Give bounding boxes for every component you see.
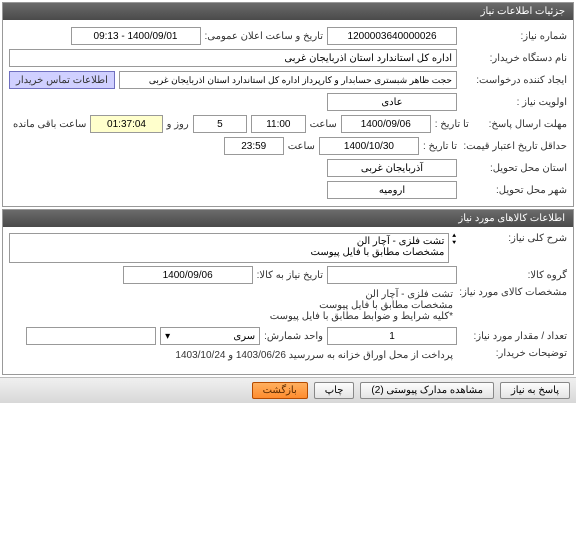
unit-select[interactable]: سری ▾ bbox=[160, 327, 260, 345]
respond-button[interactable]: پاسخ به نیاز bbox=[500, 382, 570, 399]
items-body: شرح کلی نیاز: ⯅ ⯆ تشت فلزی - آچار الن مش… bbox=[3, 227, 573, 374]
province-label: استان محل تحویل: bbox=[457, 163, 567, 174]
item-spec-label: مشخصات کالای مورد نیاز: bbox=[457, 287, 567, 298]
time-label-2: ساعت bbox=[284, 141, 315, 152]
general-desc-label: شرح کلی نیاز: bbox=[457, 233, 567, 244]
items-panel: اطلاعات کالاهای مورد نیاز شرح کلی نیاز: … bbox=[2, 209, 574, 375]
action-bar: پاسخ به نیاز مشاهده مدارک پیوستی (2) چاپ… bbox=[0, 377, 576, 403]
buyer-notes-text: پرداخت از محل اوراق خزانه به سررسید 1403… bbox=[9, 348, 457, 363]
city-field: ارومیه bbox=[327, 181, 457, 199]
group-field bbox=[327, 266, 457, 284]
answer-deadline-label: مهلت ارسال پاسخ: bbox=[469, 119, 567, 130]
need-no-field: 1200003640000026 bbox=[327, 27, 457, 45]
need-no-label: شماره نیاز: bbox=[457, 31, 567, 42]
creator-field: حجت ظاهر شبستری حسابدار و کارپرداز اداره… bbox=[119, 71, 457, 89]
unit-extra-field bbox=[26, 327, 156, 345]
buyer-contact-button[interactable]: اطلاعات تماس خریدار bbox=[9, 71, 115, 89]
priority-label: اولویت نیاز : bbox=[457, 97, 567, 108]
buyer-org-field: اداره کل استاندارد استان اذربایجان غربی bbox=[9, 49, 457, 67]
attachments-button[interactable]: مشاهده مدارک پیوستی (2) bbox=[360, 382, 494, 399]
days-label: روز و bbox=[163, 119, 189, 130]
need-details-header: جزئیات اطلاعات نیاز bbox=[3, 3, 573, 20]
need-details-body: شماره نیاز: 1200003640000026 تاریخ و ساع… bbox=[3, 20, 573, 206]
to-date-label-2: تا تاریخ : bbox=[419, 141, 457, 152]
time-label-1: ساعت bbox=[306, 119, 337, 130]
qty-field: 1 bbox=[327, 327, 457, 345]
items-header: اطلاعات کالاهای مورد نیاز bbox=[3, 210, 573, 227]
back-button[interactable]: بازگشت bbox=[252, 382, 308, 399]
group-label: گروه کالا: bbox=[457, 270, 567, 281]
answer-date-field: 1400/09/06 bbox=[341, 115, 431, 133]
countdown-field: 01:37:04 bbox=[90, 115, 162, 133]
priority-field: عادی bbox=[327, 93, 457, 111]
validity-label: حداقل تاریخ اعتبار قیمت: bbox=[457, 141, 567, 152]
item-spec-text: تشت فلزی - آچار الن مشخصات مطابق با فایل… bbox=[9, 287, 457, 324]
answer-time-field: 11:00 bbox=[251, 115, 305, 133]
buyer-notes-label: توضیحات خریدار: bbox=[457, 348, 567, 359]
need-details-panel: جزئیات اطلاعات نیاز شماره نیاز: 12000036… bbox=[2, 2, 574, 207]
chevron-down-icon: ▾ bbox=[165, 331, 170, 342]
city-label: شهر محل تحویل: bbox=[457, 185, 567, 196]
remain-label: ساعت باقی مانده bbox=[9, 119, 86, 130]
province-field: آذربایجان غربی bbox=[327, 159, 457, 177]
need-to-date-label: تاریخ نیاز به کالا: bbox=[253, 270, 323, 281]
validity-date-field: 1400/10/30 bbox=[319, 137, 419, 155]
creator-label: ایجاد کننده درخواست: bbox=[457, 75, 567, 86]
scroll-arrows-icon[interactable]: ⯅ ⯆ bbox=[449, 233, 457, 247]
validity-time-field: 23:59 bbox=[224, 137, 284, 155]
unit-label: واحد شمارش: bbox=[260, 331, 323, 342]
print-button[interactable]: چاپ bbox=[314, 382, 355, 399]
qty-label: تعداد / مقدار مورد نیاز: bbox=[457, 331, 567, 342]
days-remain-field: 5 bbox=[193, 115, 247, 133]
to-date-label-1: تا تاریخ : bbox=[431, 119, 469, 130]
unit-value: سری bbox=[233, 331, 255, 342]
need-to-date-field: 1400/09/06 bbox=[123, 266, 253, 284]
announce-label: تاریخ و ساعت اعلان عمومی: bbox=[201, 31, 324, 42]
announce-field: 1400/09/01 - 09:13 bbox=[71, 27, 201, 45]
buyer-org-label: نام دستگاه خریدار: bbox=[457, 53, 567, 64]
general-desc-field: تشت فلزی - آچار الن مشخصات مطابق با فایل… bbox=[9, 233, 449, 263]
